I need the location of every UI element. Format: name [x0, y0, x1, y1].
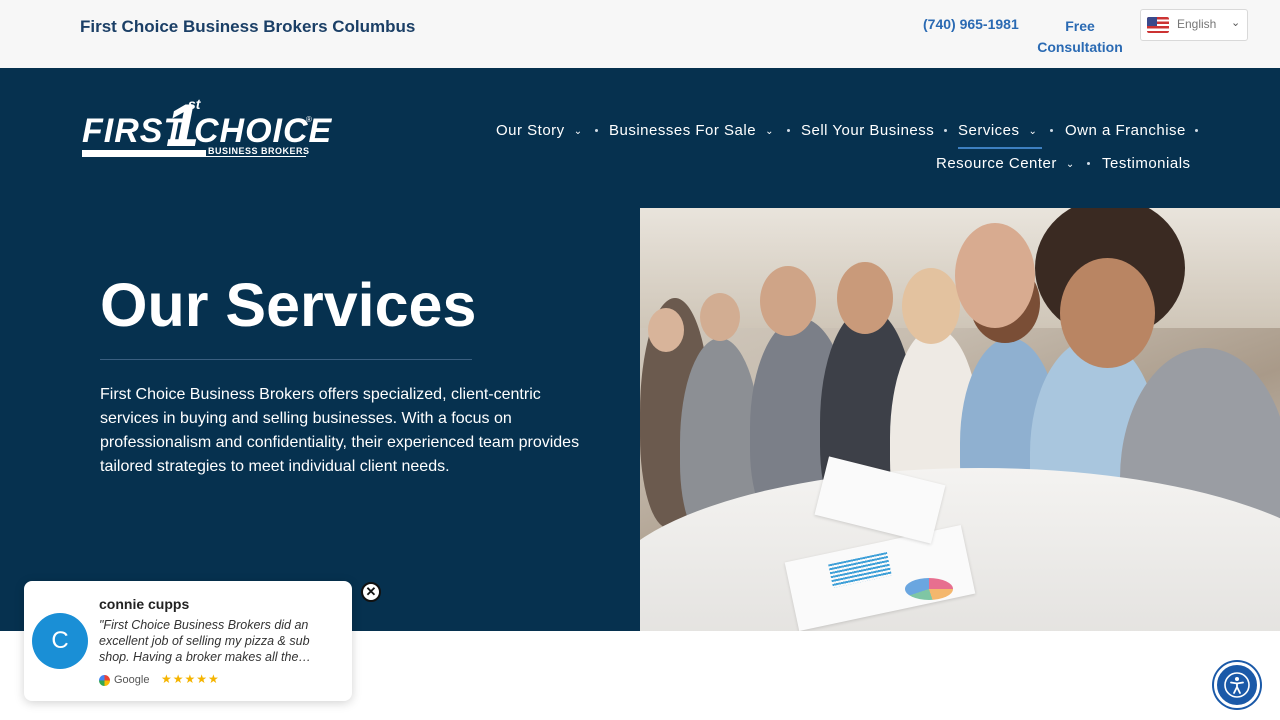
logo-registered: ®: [306, 115, 312, 124]
chevron-down-icon: ⌄: [1028, 126, 1038, 137]
nav-item-testimonials[interactable]: Testimonials: [1102, 155, 1191, 172]
review-source: Google: [114, 674, 150, 686]
language-selector[interactable]: English ⌄: [1140, 9, 1248, 41]
google-icon: [99, 675, 110, 686]
accessibility-icon: [1224, 672, 1250, 698]
consult-line-1: Free: [1065, 18, 1095, 34]
close-icon[interactable]: ✕: [361, 582, 381, 602]
nav-separator: [1087, 162, 1090, 165]
nav-separator: [595, 129, 598, 132]
free-consultation-link[interactable]: Free Consultation: [1030, 16, 1130, 58]
nav-item-our-story[interactable]: Our Story ⌄: [496, 122, 583, 139]
team-photo: [640, 208, 1280, 631]
site-logo[interactable]: FIRST 1 st CHOICE ® BUSINESS BROKERS: [80, 96, 331, 162]
nav-label: Testimonials: [1102, 155, 1191, 172]
nav-item-own-a-franchise[interactable]: Own a Franchise: [1065, 122, 1186, 139]
logo-superscript: st: [188, 96, 201, 112]
chevron-down-icon: ⌄: [1065, 159, 1075, 170]
nav-separator: [1050, 129, 1053, 132]
avatar: C: [32, 613, 88, 669]
chevron-down-icon: ⌄: [765, 126, 774, 137]
language-label: English: [1177, 17, 1217, 31]
hero-description: First Choice Business Brokers offers spe…: [100, 386, 580, 475]
active-nav-underline: [958, 147, 1042, 149]
chevron-down-icon: ⌄: [573, 126, 583, 137]
accessibility-button[interactable]: [1214, 662, 1260, 708]
nav-label: Services: [958, 122, 1020, 139]
page-title: Our Services: [100, 271, 477, 339]
nav-label: Sell Your Business: [801, 122, 935, 139]
review-card[interactable]: C connie cupps "First Choice Business Br…: [24, 581, 352, 701]
nav-label: Resource Center: [936, 155, 1057, 172]
reviewer-name: connie cupps: [99, 596, 190, 612]
nav-label: Businesses For Sale: [609, 122, 757, 139]
nav-separator: [944, 129, 947, 132]
nav-item-services[interactable]: Services ⌄: [958, 122, 1037, 139]
nav-separator: [1195, 129, 1198, 132]
review-text: "First Choice Business Brokers did an ex…: [99, 618, 311, 664]
site-title[interactable]: First Choice Business Brokers Columbus: [80, 17, 415, 37]
chevron-down-icon: ⌄: [1231, 17, 1241, 29]
nav-item-businesses-for-sale[interactable]: Businesses For Sale ⌄: [609, 122, 774, 139]
nav-label: Our Story: [496, 122, 565, 139]
phone-link[interactable]: (740) 965-1981: [923, 16, 1019, 32]
nav-item-resource-center[interactable]: Resource Center ⌄: [936, 155, 1075, 172]
top-bar: First Choice Business Brokers Columbus (…: [0, 0, 1280, 68]
title-divider: [100, 359, 472, 360]
us-flag-icon: [1147, 17, 1169, 33]
star-rating: ★★★★★: [161, 672, 220, 686]
logo-subtitle: BUSINESS BROKERS: [206, 146, 312, 156]
nav-label: Own a Franchise: [1065, 122, 1186, 139]
consult-line-2: Consultation: [1037, 39, 1123, 55]
nav-item-sell-your-business[interactable]: Sell Your Business: [801, 122, 934, 139]
nav-separator: [787, 129, 790, 132]
